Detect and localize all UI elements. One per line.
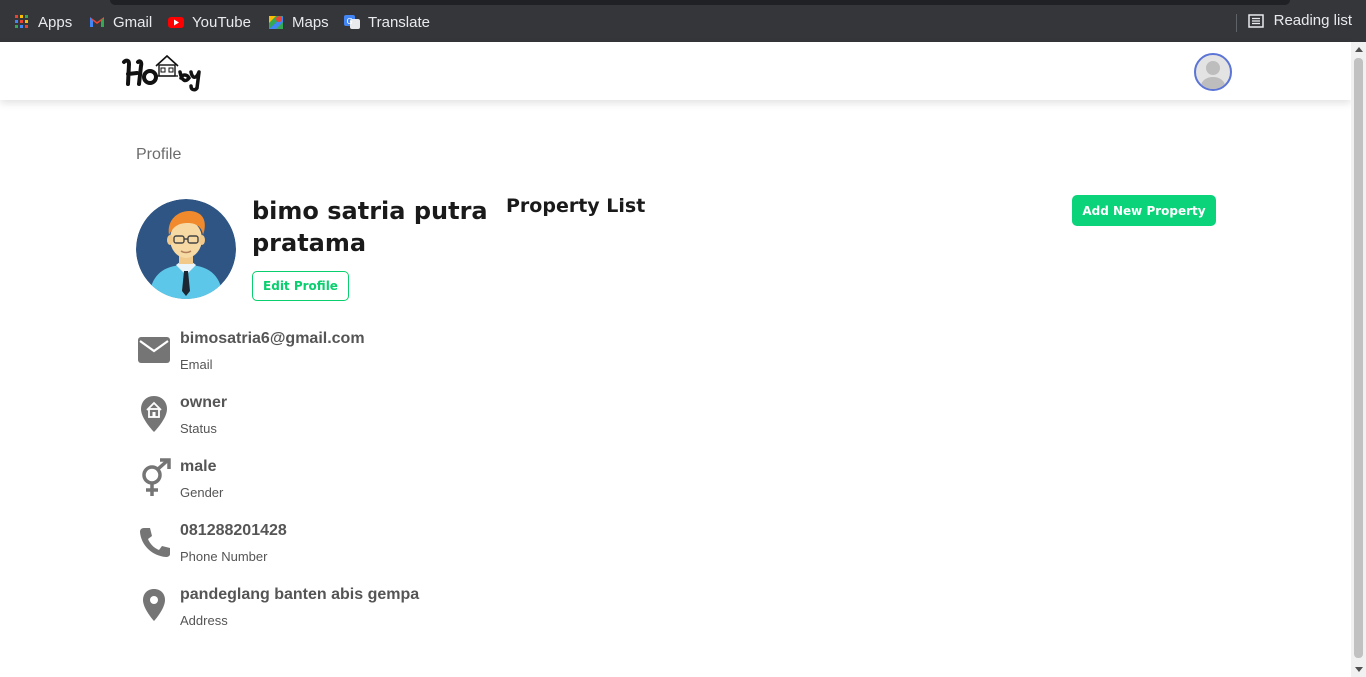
detail-gender: male Gender [136, 458, 456, 508]
bookmark-label: Translate [368, 13, 430, 31]
detail-value: owner [180, 394, 228, 411]
detail-value: male [180, 458, 217, 475]
bookmark-translate[interactable]: G Translate [344, 12, 430, 32]
scroll-up-arrow[interactable] [1355, 47, 1363, 52]
detail-status: owner Status [136, 394, 456, 444]
page-scrollbar[interactable] [1351, 42, 1366, 677]
svg-text:G: G [347, 17, 353, 26]
bookmark-apps[interactable]: Apps [14, 12, 72, 32]
gender-icon [136, 458, 172, 498]
bookmark-label: Maps [292, 13, 329, 31]
property-list-heading: Property List [506, 195, 646, 217]
reading-list-icon [1247, 13, 1264, 29]
detail-label: Gender [180, 485, 224, 500]
detail-label: Status [180, 421, 217, 436]
detail-phone: 081288201428 Phone Number [136, 522, 456, 572]
gmail-icon [89, 14, 105, 30]
bookmark-gmail[interactable]: Gmail [89, 12, 152, 32]
scroll-down-arrow[interactable] [1355, 667, 1363, 672]
profile-name: bimo satria putra pratama [252, 197, 488, 257]
bookmark-label: YouTube [192, 13, 251, 31]
site-logo[interactable] [120, 50, 204, 92]
detail-value: bimosatria6@gmail.com [180, 330, 365, 347]
detail-email: bimosatria6@gmail.com Email [136, 330, 456, 380]
detail-address: pandeglang banten abis gempa Address [136, 586, 456, 636]
mail-icon [136, 330, 172, 370]
youtube-icon [168, 14, 184, 30]
translate-icon: G [344, 14, 360, 30]
detail-label: Phone Number [180, 549, 268, 564]
reading-list-label: Reading list [1273, 12, 1352, 29]
bookmark-youtube[interactable]: YouTube [168, 12, 251, 32]
detail-label: Address [180, 613, 228, 628]
reading-list-button[interactable]: Reading list [1235, 12, 1352, 32]
scrollbar-thumb[interactable] [1354, 58, 1363, 658]
divider [1235, 14, 1237, 32]
user-silhouette-icon [1201, 61, 1225, 89]
detail-value: pandeglang banten abis gempa [180, 586, 420, 603]
phone-icon [136, 522, 172, 562]
add-new-property-button[interactable]: Add New Property [1072, 195, 1216, 226]
home-pin-icon [136, 394, 172, 434]
detail-value: 081288201428 [180, 522, 287, 539]
user-avatar-button[interactable] [1194, 53, 1232, 91]
bookmark-maps[interactable]: Maps [268, 12, 329, 32]
profile-avatar [136, 199, 236, 299]
tab-strip-edge [110, 0, 1290, 5]
bookmark-label: Apps [38, 13, 73, 31]
site-navbar [0, 42, 1351, 100]
edit-profile-button[interactable]: Edit Profile [252, 271, 349, 301]
bookmarks-bar: Apps Gmail YouTube Maps G Translate Read… [0, 0, 1366, 42]
maps-icon [268, 14, 284, 30]
detail-label: Email [180, 357, 213, 372]
apps-grid-icon [14, 14, 30, 30]
location-pin-icon [136, 586, 172, 626]
bookmark-label: Gmail [113, 13, 153, 31]
page-title: Profile [136, 146, 182, 163]
